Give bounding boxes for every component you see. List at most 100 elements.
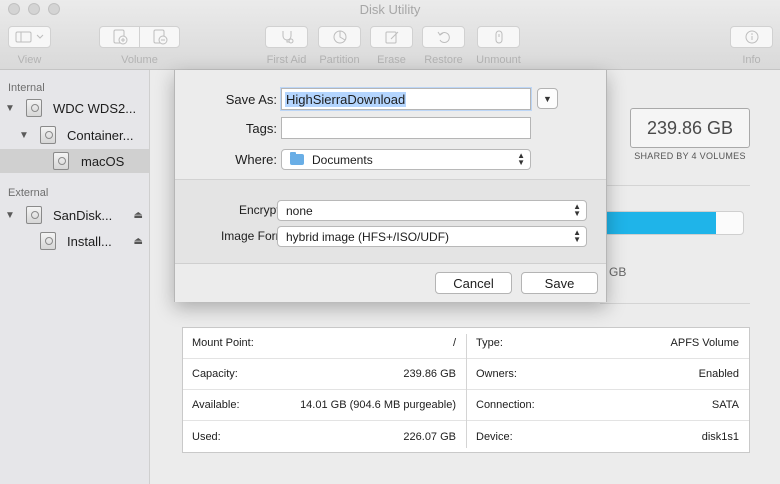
container-icon xyxy=(40,126,56,144)
sidebar-toggle-icon xyxy=(15,31,45,43)
info-key: Device: xyxy=(476,430,513,443)
erase-pencil-icon xyxy=(384,29,400,45)
sheet-options-section: Encryption: none ▲ ▼ Image Format: hybrid… xyxy=(175,180,606,264)
encryption-popup[interactable]: none ▲ ▼ xyxy=(277,200,587,221)
remove-volume-icon xyxy=(152,29,168,45)
unmount-button[interactable] xyxy=(477,26,520,48)
up-down-chevron-icon: ▲ ▼ xyxy=(573,202,581,218)
disclosure-triangle-icon[interactable]: ▼ xyxy=(5,210,15,221)
folder-icon xyxy=(290,152,304,165)
shared-volumes-label: SHARED BY 4 VOLUMES xyxy=(634,151,746,161)
cancel-button[interactable]: Cancel xyxy=(435,272,512,294)
add-volume-button[interactable] xyxy=(99,26,140,48)
info-row-connection: Connection: SATA xyxy=(467,390,749,421)
info-key: Available: xyxy=(192,399,240,411)
info-value: Enabled xyxy=(698,368,739,380)
info-value: SATA xyxy=(711,399,739,411)
save-as-value: HighSierraDownload xyxy=(285,91,407,107)
tags-field[interactable] xyxy=(281,117,531,139)
hard-drive-icon xyxy=(26,99,42,117)
save-as-field[interactable]: HighSierraDownload xyxy=(281,88,531,110)
add-volume-icon xyxy=(112,29,128,45)
image-format-value: hybrid image (HFS+/ISO/UDF) xyxy=(286,229,450,244)
sidebar-section-internal: Internal xyxy=(8,82,45,94)
usage-bar-fill xyxy=(601,212,717,234)
info-value: disk1s1 xyxy=(701,430,739,443)
info-icon xyxy=(744,29,760,45)
info-table: Mount Point: / Capacity: 239.86 GB Avail… xyxy=(182,327,750,453)
expand-dialog-button[interactable]: ▼ xyxy=(537,88,558,109)
summary-divider xyxy=(600,185,750,186)
save-image-sheet: Save As: HighSierraDownload ▼ Tags: Wher… xyxy=(174,70,607,302)
sheet-file-section: Save As: HighSierraDownload ▼ Tags: Wher… xyxy=(175,70,606,180)
info-key: Owners: xyxy=(476,368,517,380)
info-key: Capacity: xyxy=(192,368,238,380)
sidebar-item-label: WDC WDS2... xyxy=(53,100,137,116)
image-format-popup[interactable]: hybrid image (HFS+/ISO/UDF) ▲ ▼ xyxy=(277,226,587,247)
view-button[interactable] xyxy=(8,26,51,48)
first-aid-label: First Aid xyxy=(266,54,307,66)
sidebar: Internal ▼ WDC WDS2... ▼ Container... ma… xyxy=(0,70,150,484)
info-column-right: Type: APFS Volume Owners: Enabled Connec… xyxy=(467,328,749,452)
eject-icon[interactable]: ⏏ xyxy=(134,210,143,221)
partition-pie-icon xyxy=(332,29,348,45)
info-row-type: Type: APFS Volume xyxy=(467,328,749,359)
info-value: 239.86 GB xyxy=(403,368,456,380)
usage-bar xyxy=(600,211,744,235)
sidebar-section-external: External xyxy=(8,187,49,199)
volume-icon xyxy=(40,232,56,250)
disclosure-triangle-icon[interactable]: ▼ xyxy=(5,103,15,114)
volume-icon xyxy=(53,152,69,170)
info-column-left: Mount Point: / Capacity: 239.86 GB Avail… xyxy=(183,328,466,452)
info-key: Connection: xyxy=(476,399,535,411)
save-button[interactable]: Save xyxy=(521,272,598,294)
info-value: / xyxy=(452,337,456,349)
info-value: 14.01 GB (904.6 MB purgeable) xyxy=(300,399,456,411)
sidebar-item-macos[interactable]: macOS xyxy=(0,149,149,173)
tags-label: Tags: xyxy=(245,121,277,136)
info-value: 226.07 GB xyxy=(403,430,456,443)
info-row-used: Used: 226.07 GB xyxy=(183,421,466,452)
sidebar-item-label: Install... xyxy=(67,233,112,249)
erase-button[interactable] xyxy=(370,26,413,48)
sidebar-item-install[interactable]: Install... ⏏ xyxy=(0,229,149,253)
encryption-value: none xyxy=(286,203,313,218)
sidebar-item-label: SanDisk... xyxy=(53,207,113,223)
where-label: Where: xyxy=(235,152,277,167)
info-key: Mount Point: xyxy=(192,337,254,349)
first-aid-button[interactable] xyxy=(265,26,308,48)
restore-button[interactable] xyxy=(422,26,465,48)
sidebar-item-wdc-disk[interactable]: ▼ WDC WDS2... xyxy=(0,96,149,120)
volume-label: Volume xyxy=(121,54,158,66)
remove-volume-button[interactable] xyxy=(139,26,180,48)
info-row-capacity: Capacity: 239.86 GB xyxy=(183,359,466,390)
view-label: View xyxy=(17,54,42,66)
info-button[interactable] xyxy=(730,26,773,48)
up-down-chevron-icon: ▲ ▼ xyxy=(573,228,581,244)
info-value: APFS Volume xyxy=(670,337,739,349)
unmount-label: Unmount xyxy=(476,54,521,66)
info-label: Info xyxy=(742,54,761,66)
disclosure-triangle-icon[interactable]: ▼ xyxy=(19,130,29,141)
sheet-button-bar: Cancel Save xyxy=(175,264,606,302)
window-titlebar: Disk Utility View Volume First Aid Parti… xyxy=(0,0,780,70)
restore-arrow-icon xyxy=(436,29,452,45)
sidebar-item-label: macOS xyxy=(81,153,125,169)
erase-label: Erase xyxy=(377,54,406,66)
where-value: Documents xyxy=(312,152,373,167)
partition-button[interactable] xyxy=(318,26,361,48)
info-key: Used: xyxy=(192,430,221,443)
stethoscope-icon xyxy=(279,29,295,45)
chevron-down-icon: ▼ xyxy=(543,93,552,104)
unmount-icon xyxy=(491,29,507,45)
sidebar-item-label: Container... xyxy=(67,127,134,143)
where-popup[interactable]: Documents ▲ ▼ xyxy=(281,149,531,170)
info-row-device: Device: disk1s1 xyxy=(467,421,749,452)
sidebar-item-container[interactable]: ▼ Container... xyxy=(0,123,149,147)
usb-drive-icon xyxy=(26,206,42,224)
sidebar-item-sandisk[interactable]: ▼ SanDisk... ⏏ xyxy=(0,203,149,227)
usage-divider xyxy=(600,303,750,304)
save-as-label: Save As: xyxy=(225,92,277,107)
up-down-chevron-icon: ▲ ▼ xyxy=(517,151,525,167)
eject-icon[interactable]: ⏏ xyxy=(134,236,143,247)
